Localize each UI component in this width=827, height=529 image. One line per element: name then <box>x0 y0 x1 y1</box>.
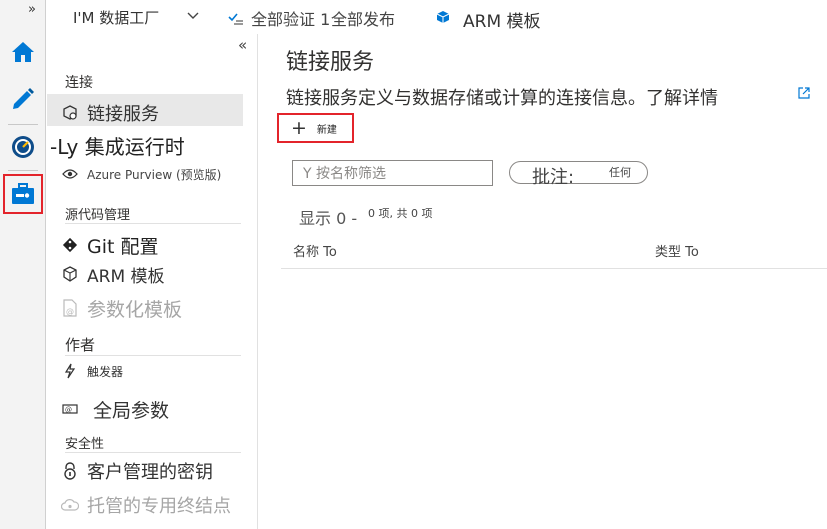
sidebar-item-label: ARM 模板 <box>87 266 165 287</box>
parameterized-template-icon: @ <box>61 299 79 317</box>
sidebar-item-label: Azure Purview (预览版) <box>87 167 222 182</box>
eye-icon <box>61 165 79 183</box>
sidebar-item-arm-template[interactable]: ARM 模板 <box>61 259 165 289</box>
rail-author[interactable] <box>3 78 43 118</box>
sidebar-item-label: 托管的专用终结点 <box>87 496 231 517</box>
rail-divider <box>8 170 38 171</box>
git-icon <box>61 236 79 254</box>
key-lock-icon <box>61 462 79 480</box>
page-description: 链接服务定义与数据存储或计算的连接信息。了解详情 <box>286 88 718 109</box>
external-link-icon[interactable] <box>797 86 811 100</box>
toolbox-icon <box>12 183 34 204</box>
sidebar-item-global-parameters[interactable]: @ 全局参数 <box>61 394 169 424</box>
sidebar-item-parameterized-template: @ 参数化模板 <box>61 293 182 323</box>
manage-sidebar: « 连接 链接服务 -Ly 集成运行时 Azure Purview (预览版) … <box>47 34 258 529</box>
section-heading-author: 作者 <box>65 336 96 354</box>
sidebar-item-label: 客户管理的密钥 <box>87 462 213 483</box>
chevron-down-icon[interactable] <box>186 9 200 23</box>
expand-rail-button[interactable]: » <box>28 2 36 17</box>
linked-service-icon <box>61 104 79 122</box>
main-panel: 链接服务 链接服务定义与数据存储或计算的连接信息。了解详情 + 新建 Y 按名称… <box>259 34 827 529</box>
annotation-filter-pill[interactable]: 批注: 任何 <box>509 161 648 188</box>
sidebar-item-integration-runtimes[interactable]: -Ly 集成运行时 <box>50 130 185 160</box>
rail-home[interactable] <box>3 32 43 72</box>
sidebar-item-label: 全局参数 <box>93 399 170 422</box>
annotation-filter-value: 任何 <box>609 166 631 179</box>
new-button-label: 新建 <box>316 124 337 136</box>
svg-text:@: @ <box>66 307 74 316</box>
sidebar-item-triggers[interactable]: 触发器 <box>61 356 123 386</box>
rail-monitor[interactable] <box>3 127 43 167</box>
trigger-icon <box>61 362 79 380</box>
sidebar-item-label: 触发器 <box>87 364 124 379</box>
arm-template-button[interactable]: ARM 模板 <box>463 7 541 32</box>
svg-text:@: @ <box>65 406 72 414</box>
left-rail <box>0 34 46 529</box>
sidebar-item-label: 参数化模板 <box>87 298 183 321</box>
section-heading-security: 安全性 <box>65 437 105 452</box>
column-header-name[interactable]: 名称 To <box>293 241 337 260</box>
sidebar-item-managed-private-endpoints: 托管的专用终结点 <box>61 490 231 520</box>
gauge-icon <box>12 136 34 158</box>
sidebar-item-azure-purview[interactable]: Azure Purview (预览版) <box>61 159 221 189</box>
sidebar-item-git-configuration[interactable]: Git 配置 <box>61 230 159 260</box>
factory-name[interactable]: I'M 数据工厂 <box>73 7 159 28</box>
arm-template-icon <box>61 265 79 283</box>
section-divider <box>65 223 241 224</box>
filter-by-name-input[interactable]: Y 按名称筛选 <box>292 160 493 186</box>
validate-icon <box>228 13 243 25</box>
sidebar-item-label: -Ly 集成运行时 <box>50 134 185 159</box>
pencil-icon <box>13 88 34 109</box>
home-icon <box>12 42 34 62</box>
column-header-type[interactable]: 类型 To <box>655 241 699 260</box>
sidebar-item-label: 链接服务 <box>87 104 159 125</box>
cloud-endpoint-icon <box>61 496 79 514</box>
new-linked-service-button[interactable]: + 新建 <box>277 113 354 143</box>
showing-label: 显示 0 - <box>299 209 358 228</box>
showing-count: 0 项, 共 0 项 <box>368 207 433 220</box>
publish-all-button[interactable]: 全部发布 <box>331 6 395 30</box>
sidebar-item-linked-services[interactable]: 链接服务 <box>61 98 159 128</box>
section-heading-source-control: 源代码管理 <box>65 208 131 223</box>
rail-top-area: » <box>0 0 46 34</box>
arm-template-icon <box>436 11 450 23</box>
rail-manage[interactable] <box>3 174 43 214</box>
rail-divider <box>8 124 38 125</box>
sidebar-item-label: Git 配置 <box>87 235 159 258</box>
sidebar-item-customer-managed-key[interactable]: 客户管理的密钥 <box>61 456 213 486</box>
table-header-divider <box>281 268 827 269</box>
validate-all-button[interactable]: 全部验证 1 <box>251 6 330 30</box>
collapse-sidebar-button[interactable]: « <box>238 36 247 54</box>
global-parameter-icon: @ <box>61 400 79 418</box>
page-title: 链接服务 <box>286 50 375 75</box>
plus-icon: + <box>291 116 307 139</box>
annotation-filter-key: 批注: <box>532 167 575 188</box>
section-heading-connections: 连接 <box>65 75 93 91</box>
section-divider <box>65 452 241 453</box>
top-toolbar: » I'M 数据工厂 全部验证 1 全部发布 ARM 模板 <box>0 0 827 34</box>
